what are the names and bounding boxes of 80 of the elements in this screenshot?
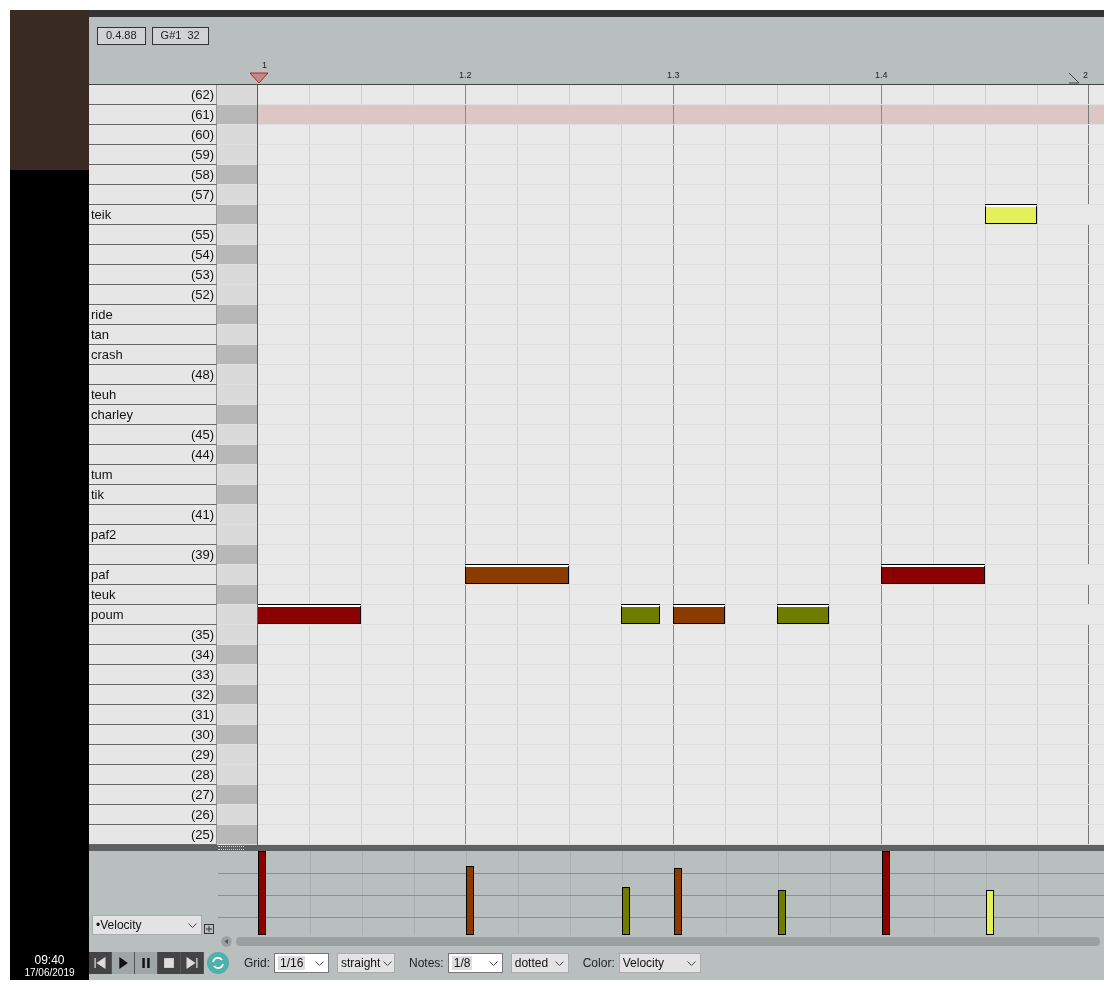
key-label[interactable]: (27) xyxy=(89,785,217,805)
key-label[interactable]: (54) xyxy=(89,245,217,265)
key-label[interactable]: charley xyxy=(89,405,217,425)
key-label[interactable]: teuk xyxy=(89,585,217,605)
key-label[interactable]: teuh xyxy=(89,385,217,405)
add-lane-icon[interactable] xyxy=(204,924,214,934)
key-label[interactable]: (62) xyxy=(89,85,217,105)
midi-note[interactable] xyxy=(257,605,361,624)
date-text: 17/06/2019 xyxy=(24,967,75,978)
chevron-down-icon xyxy=(188,922,197,928)
key-label[interactable]: poum xyxy=(89,605,217,625)
key-label[interactable]: (52) xyxy=(89,285,217,305)
clock-text: 09:40 xyxy=(34,953,65,967)
key-label[interactable]: (45) xyxy=(89,425,217,445)
key-label[interactable]: teik xyxy=(89,205,217,225)
midi-note[interactable] xyxy=(777,605,829,624)
key-label[interactable]: tum xyxy=(89,465,217,485)
key-label[interactable]: paf2 xyxy=(89,525,217,545)
midi-note[interactable] xyxy=(881,565,985,584)
ruler-label: 1 xyxy=(262,60,267,70)
key-label[interactable]: paf xyxy=(89,565,217,585)
key-label[interactable]: (58) xyxy=(89,165,217,185)
horizontal-scrollbar[interactable] xyxy=(236,936,1100,946)
pause-icon[interactable] xyxy=(135,952,158,974)
midi-note[interactable] xyxy=(465,565,569,584)
chevron-down-icon xyxy=(488,960,498,966)
scroll-left-button[interactable] xyxy=(221,935,232,947)
midi-note[interactable] xyxy=(673,605,725,624)
notes-label: Notes: xyxy=(409,956,444,970)
key-label[interactable]: (39) xyxy=(89,545,217,565)
swing-dropdown[interactable]: straight xyxy=(337,953,395,973)
key-label[interactable]: (53) xyxy=(89,265,217,285)
key-label[interactable]: (57) xyxy=(89,185,217,205)
key-label[interactable]: crash xyxy=(89,345,217,365)
key-label[interactable]: (28) xyxy=(89,765,217,785)
key-label[interactable]: (30) xyxy=(89,725,217,745)
chevron-down-icon xyxy=(686,960,696,966)
ruler-label: 1.2 xyxy=(459,70,472,80)
position-display: 0.4.88 xyxy=(97,27,146,45)
chevron-down-icon xyxy=(383,960,393,966)
skip-back-icon[interactable] xyxy=(89,952,112,974)
midi-note[interactable] xyxy=(985,205,1037,224)
key-label[interactable]: (29) xyxy=(89,745,217,765)
ruler-label: 1.4 xyxy=(875,70,888,80)
key-label[interactable]: (32) xyxy=(89,685,217,705)
key-label[interactable]: tan xyxy=(89,325,217,345)
color-dropdown[interactable]: Velocity xyxy=(618,953,701,973)
key-label[interactable]: (60) xyxy=(89,125,217,145)
skip-forward-icon[interactable] xyxy=(181,952,204,974)
midi-note[interactable] xyxy=(621,605,660,624)
key-label[interactable]: ride xyxy=(89,305,217,325)
note-mode-dropdown[interactable]: dotted xyxy=(510,953,569,973)
ruler-label: 1.3 xyxy=(667,70,680,80)
key-label[interactable]: (33) xyxy=(89,665,217,685)
resize-grip-icon[interactable] xyxy=(218,846,244,850)
key-label[interactable]: (26) xyxy=(89,805,217,825)
grid-label: Grid: xyxy=(244,956,270,970)
key-label[interactable]: (48) xyxy=(89,365,217,385)
play-icon[interactable] xyxy=(112,952,135,974)
key-label[interactable]: (59) xyxy=(89,145,217,165)
key-label[interactable]: (35) xyxy=(89,625,217,645)
key-label[interactable]: (61) xyxy=(89,105,217,125)
ruler-label: 2 xyxy=(1083,70,1088,80)
key-label[interactable]: (41) xyxy=(89,505,217,525)
key-label[interactable]: (31) xyxy=(89,705,217,725)
chevron-down-icon xyxy=(315,960,324,966)
key-label[interactable]: (44) xyxy=(89,445,217,465)
velocity-bar[interactable] xyxy=(986,889,994,935)
note-length-dropdown[interactable]: 1/8 xyxy=(447,953,503,973)
chevron-down-icon xyxy=(554,960,564,966)
velocity-bar[interactable] xyxy=(778,889,786,935)
key-label[interactable]: (34) xyxy=(89,645,217,665)
note-display: G#1 32 xyxy=(151,27,209,45)
lane-dropdown[interactable]: •Velocity xyxy=(92,915,202,935)
grid-dropdown[interactable]: 1/16 xyxy=(274,953,329,973)
color-label: Color: xyxy=(582,956,615,970)
key-label[interactable]: (25) xyxy=(89,825,217,845)
stop-icon[interactable] xyxy=(158,952,181,974)
key-label[interactable]: tik xyxy=(89,485,217,505)
key-label[interactable]: (55) xyxy=(89,225,217,245)
